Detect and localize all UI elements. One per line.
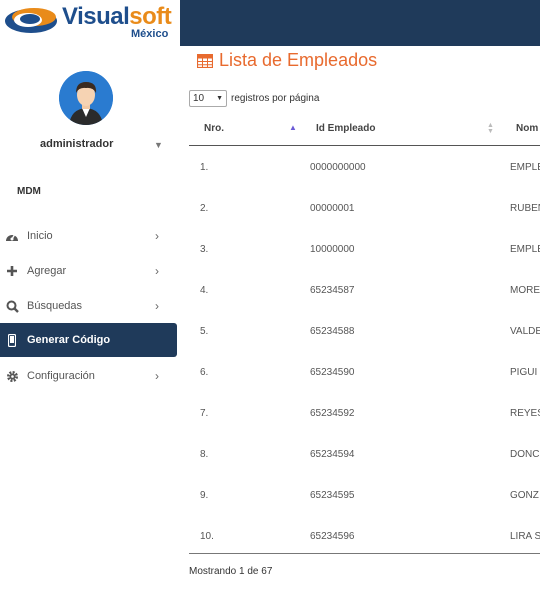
cell-nro: 3. <box>200 244 209 255</box>
logo-wordmark: Visualsoft <box>62 3 172 30</box>
cell-nombre: MORE <box>510 285 540 296</box>
logo-subtitle: México <box>131 28 169 40</box>
sidebar-item-inicio[interactable]: Inicio › <box>0 219 177 253</box>
table-row[interactable]: 8. 65234594 DONC <box>189 433 540 474</box>
cell-id-empleado: 65234594 <box>310 449 355 460</box>
page-length-control: 10 ▼ registros por página <box>189 90 319 107</box>
cell-id-empleado: 65234592 <box>310 408 355 419</box>
sort-icon: ▲ ▼ <box>487 122 494 135</box>
section-label: MDM <box>17 186 41 197</box>
column-header-nro[interactable]: Nro. <box>204 123 224 134</box>
table-row[interactable]: 9. 65234595 GONZ <box>189 474 540 515</box>
cell-nro: 8. <box>200 449 209 460</box>
cell-nro: 2. <box>200 203 209 214</box>
cell-nro: 1. <box>200 162 209 173</box>
user-avatar-icon <box>59 71 113 125</box>
table-row[interactable]: 4. 65234587 MORE <box>189 269 540 310</box>
table-row[interactable]: 6. 65234590 PIGUI <box>189 351 540 392</box>
cell-nro: 9. <box>200 490 209 501</box>
sidebar-item-label: Agregar <box>27 265 67 277</box>
plus-icon <box>0 265 24 277</box>
cell-nombre: PIGUI <box>510 367 538 378</box>
table-header: Nro. ▲ Id Empleado ▲ ▼ Nom <box>189 113 540 146</box>
cell-nombre: LIRA S <box>510 531 540 542</box>
user-menu-caret-icon[interactable]: ▼ <box>154 140 163 150</box>
cell-nombre: GONZ <box>510 490 539 501</box>
sort-asc-icon: ▲ <box>289 123 297 132</box>
cell-id-empleado: 65234595 <box>310 490 355 501</box>
cell-nombre: EMPLE <box>510 244 540 255</box>
table-body: 1. 0000000000 EMPLE 2. 00000001 RUBEN 3. 100000… <box>189 146 540 556</box>
search-icon <box>0 300 24 313</box>
employees-table: Nro. ▲ Id Empleado ▲ ▼ Nom 1. 0000000000 EM… <box>189 113 540 556</box>
logo[interactable]: Visualsoft México <box>0 0 180 46</box>
chevron-down-icon: ▼ <box>216 95 223 102</box>
cell-id-empleado: 65234588 <box>310 326 355 337</box>
cell-nro: 5. <box>200 326 209 337</box>
cell-nro: 10. <box>200 531 214 542</box>
chevron-right-icon: › <box>155 229 159 243</box>
sidebar-item-generar-codigo[interactable]: Generar Código <box>0 323 177 357</box>
cell-nombre: EMPLE <box>510 162 540 173</box>
mobile-icon <box>0 333 24 347</box>
table-footer-divider <box>189 553 540 554</box>
sidebar-item-label: Configuración <box>27 370 95 382</box>
cell-id-empleado: 65234590 <box>310 367 355 378</box>
cell-nombre: REYES <box>510 408 540 419</box>
sidebar-item-label: Inicio <box>27 230 53 242</box>
cell-nro: 4. <box>200 285 209 296</box>
cell-nombre: RUBEN <box>510 203 540 214</box>
cell-nro: 6. <box>200 367 209 378</box>
page-title: Lista de Empleados <box>197 50 377 71</box>
table-row[interactable]: 7. 65234592 REYES <box>189 392 540 433</box>
username: administrador <box>40 138 114 150</box>
cell-id-empleado: 00000001 <box>310 203 355 214</box>
column-header-nombre[interactable]: Nom <box>516 123 538 134</box>
table-row[interactable]: 1. 0000000000 EMPLE <box>189 146 540 187</box>
cell-nro: 7. <box>200 408 209 419</box>
table-icon <box>197 53 213 68</box>
chevron-right-icon: › <box>155 264 159 278</box>
column-header-id-empleado[interactable]: Id Empleado <box>316 123 375 134</box>
sidebar-item-configuracion[interactable]: Configuración › <box>0 359 177 393</box>
sidebar-item-busquedas[interactable]: Búsquedas › <box>0 289 177 323</box>
avatar <box>59 71 113 125</box>
cell-id-empleado: 10000000 <box>310 244 355 255</box>
dashboard-icon <box>0 230 24 242</box>
cell-id-empleado: 0000000000 <box>310 162 366 173</box>
table-row[interactable]: 2. 00000001 RUBEN <box>189 187 540 228</box>
table-row[interactable]: 5. 65234588 VALDE <box>189 310 540 351</box>
cell-nombre: VALDE <box>510 326 540 337</box>
sidebar-item-label: Generar Código <box>27 334 111 346</box>
sidebar-item-label: Búsquedas <box>27 300 83 312</box>
table-row[interactable]: 10. 65234596 LIRA S <box>189 515 540 556</box>
cell-id-empleado: 65234587 <box>310 285 355 296</box>
logo-swoosh-icon <box>5 8 57 33</box>
sidebar: administrador ▼ MDM Inicio › Agregar › B… <box>0 46 180 592</box>
page-length-label: registros por página <box>231 93 320 104</box>
cell-nombre: DONC <box>510 449 540 460</box>
cell-id-empleado: 65234596 <box>310 531 355 542</box>
table-row[interactable]: 3. 10000000 EMPLE <box>189 228 540 269</box>
chevron-right-icon: › <box>155 299 159 313</box>
table-info: Mostrando 1 de 67 <box>189 566 273 577</box>
sidebar-item-agregar[interactable]: Agregar › <box>0 254 177 288</box>
gear-icon <box>0 370 24 383</box>
chevron-right-icon: › <box>155 369 159 383</box>
page-length-select[interactable]: 10 ▼ <box>189 90 227 107</box>
page-title-text: Lista de Empleados <box>219 50 378 70</box>
